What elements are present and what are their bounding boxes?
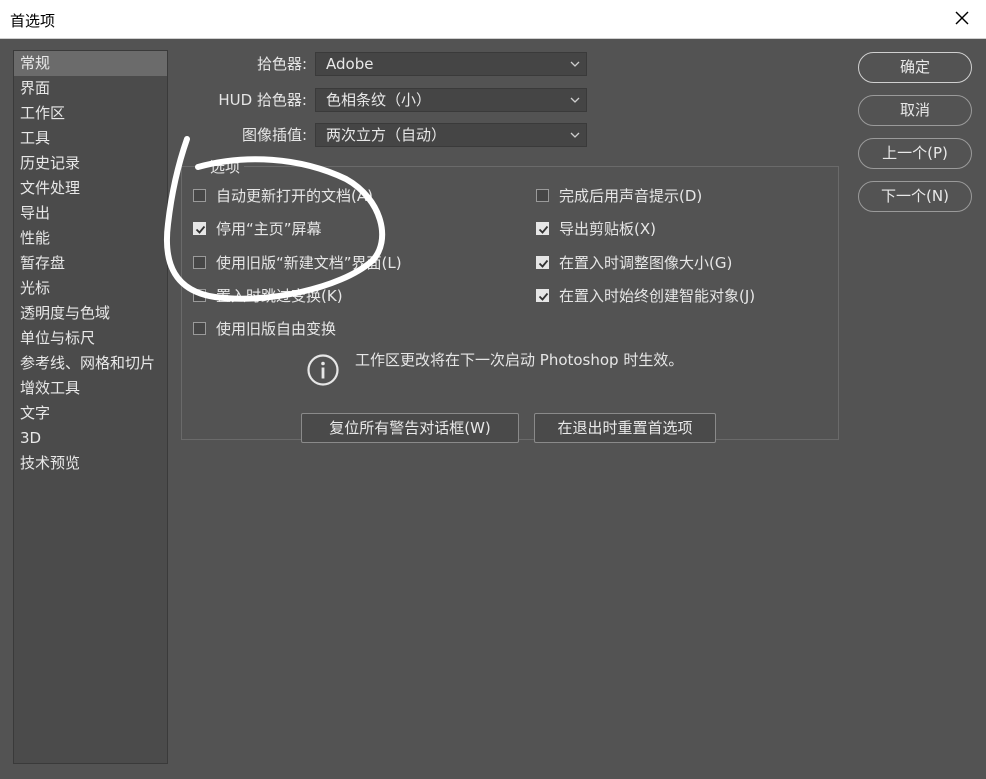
sidebar-item-type[interactable]: 文字	[14, 401, 167, 426]
legacy-new-doc-checkbox[interactable]: 使用旧版“新建文档”界面(L)	[193, 252, 402, 273]
color-picker-label: 拾色器:	[256, 55, 307, 73]
checkbox-label: 在置入时调整图像大小(G)	[559, 254, 733, 272]
color-picker-select[interactable]: Adobe	[315, 52, 587, 76]
workspace-restart-notice: 工作区更改将在下一次启动 Photoshop 时生效。	[355, 351, 684, 369]
checkbox-label: 完成后用声音提示(D)	[559, 187, 703, 205]
checkbox-box[interactable]	[536, 222, 549, 235]
sidebar-item-tech-previews[interactable]: 技术预览	[14, 451, 167, 476]
resize-on-place-checkbox[interactable]: 在置入时调整图像大小(G)	[536, 252, 732, 273]
check-icon	[195, 225, 206, 234]
sidebar-item-scratch-disks[interactable]: 暂存盘	[14, 251, 167, 276]
checkbox-label: 使用旧版自由变换	[216, 320, 337, 338]
color-picker-value: Adobe	[326, 55, 374, 73]
check-icon	[538, 292, 549, 301]
chevron-down-icon	[570, 132, 580, 138]
checkbox-box[interactable]	[193, 289, 206, 302]
sidebar-item-history[interactable]: 历史记录	[14, 151, 167, 176]
sidebar-item-plugins[interactable]: 增效工具	[14, 376, 167, 401]
check-icon	[538, 259, 549, 268]
sidebar-item-tools[interactable]: 工具	[14, 126, 167, 151]
previous-button[interactable]: 上一个(P)	[858, 138, 972, 169]
title-bar: 首选项	[0, 0, 986, 39]
legacy-free-transform-checkbox[interactable]: 使用旧版自由变换	[193, 318, 336, 339]
sidebar-item-interface[interactable]: 界面	[14, 76, 167, 101]
checkbox-label: 在置入时始终创建智能对象(J)	[559, 287, 756, 305]
checkbox-box[interactable]	[536, 289, 549, 302]
smart-object-on-place-checkbox[interactable]: 在置入时始终创建智能对象(J)	[536, 285, 755, 306]
sidebar-item-general[interactable]: 常规	[14, 51, 167, 76]
checkbox-box[interactable]	[193, 322, 206, 335]
interpolation-value: 两次立方（自动）	[326, 126, 447, 144]
checkbox-label: 使用旧版“新建文档”界面(L)	[216, 254, 402, 272]
interpolation-select[interactable]: 两次立方（自动）	[315, 123, 587, 147]
check-icon	[538, 225, 549, 234]
hud-picker-select[interactable]: 色相条纹（小）	[315, 88, 587, 112]
beep-when-done-checkbox[interactable]: 完成后用声音提示(D)	[536, 185, 702, 206]
auto-update-docs-checkbox[interactable]: 自动更新打开的文档(A)	[193, 185, 373, 206]
chevron-down-icon	[570, 61, 580, 67]
chevron-down-icon	[570, 97, 580, 103]
disable-home-screen-checkbox[interactable]: 停用“主页”屏幕	[193, 218, 322, 239]
sidebar-item-cursors[interactable]: 光标	[14, 276, 167, 301]
sidebar-item-export[interactable]: 导出	[14, 201, 167, 226]
checkbox-label: 自动更新打开的文档(A)	[216, 187, 373, 205]
cancel-button[interactable]: 取消	[858, 95, 972, 126]
reset-warnings-button[interactable]: 复位所有警告对话框(W)	[301, 413, 519, 443]
skip-transform-checkbox[interactable]: 置入时跳过变换(K)	[193, 285, 343, 306]
dialog-body: 常规 界面 工作区 工具 历史记录 文件处理 导出 性能 暂存盘 光标 透明度与…	[0, 39, 986, 779]
options-legend: 选项	[206, 156, 245, 177]
sidebar-item-3d[interactable]: 3D	[14, 426, 167, 451]
info-icon	[307, 354, 339, 386]
checkbox-label: 停用“主页”屏幕	[216, 220, 322, 238]
checkbox-box[interactable]	[536, 189, 549, 202]
checkbox-box[interactable]	[193, 222, 206, 235]
ok-button[interactable]: 确定	[858, 52, 972, 83]
export-clipboard-checkbox[interactable]: 导出剪贴板(X)	[536, 218, 656, 239]
window-title: 首选项	[10, 12, 56, 30]
next-button[interactable]: 下一个(N)	[858, 181, 972, 212]
hud-picker-label: HUD 拾色器:	[218, 91, 307, 109]
sidebar-item-units[interactable]: 单位与标尺	[14, 326, 167, 351]
sidebar-item-workspace[interactable]: 工作区	[14, 101, 167, 126]
checkbox-label: 导出剪贴板(X)	[559, 220, 656, 238]
close-icon[interactable]	[948, 4, 976, 32]
checkbox-box[interactable]	[193, 189, 206, 202]
sidebar-item-performance[interactable]: 性能	[14, 226, 167, 251]
checkbox-box[interactable]	[536, 256, 549, 269]
checkbox-box[interactable]	[193, 256, 206, 269]
category-list: 常规 界面 工作区 工具 历史记录 文件处理 导出 性能 暂存盘 光标 透明度与…	[13, 50, 168, 764]
sidebar-item-guides[interactable]: 参考线、网格和切片	[14, 351, 167, 376]
interpolation-label: 图像插值:	[241, 126, 307, 144]
sidebar-item-file-handling[interactable]: 文件处理	[14, 176, 167, 201]
sidebar-item-transparency[interactable]: 透明度与色域	[14, 301, 167, 326]
hud-picker-value: 色相条纹（小）	[326, 91, 432, 109]
checkbox-label: 置入时跳过变换(K)	[216, 287, 343, 305]
reset-prefs-on-quit-button[interactable]: 在退出时重置首选项	[534, 413, 716, 443]
